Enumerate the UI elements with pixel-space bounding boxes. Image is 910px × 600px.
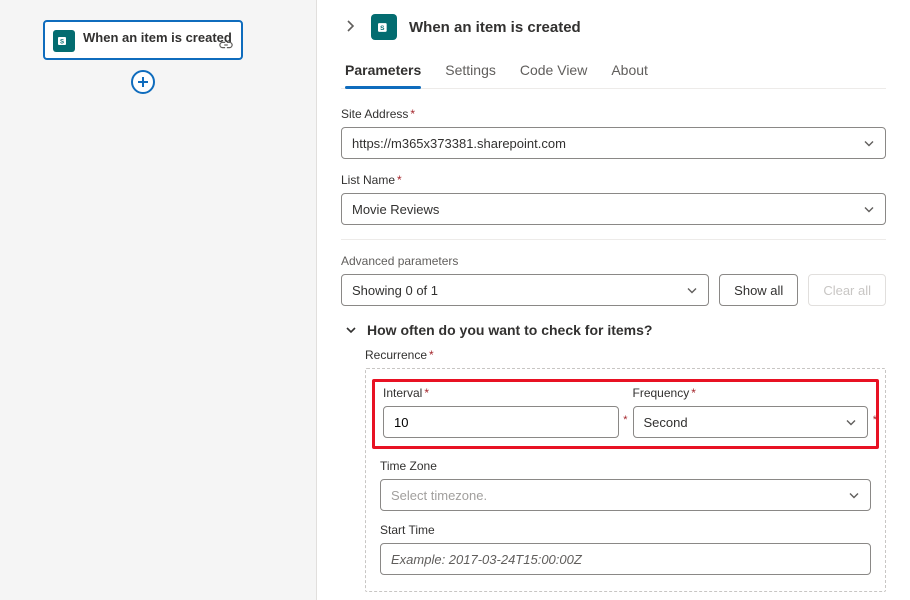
chevron-down-icon [686,283,698,298]
advanced-parameters-select[interactable]: Showing 0 of 1 [341,274,709,306]
frequency-select[interactable]: Second [633,406,869,438]
clear-all-button: Clear all [808,274,886,306]
sharepoint-icon: S [53,30,75,52]
start-time-input[interactable] [380,543,871,575]
svg-text:S: S [60,40,64,46]
chevron-down-icon [848,488,860,503]
svg-text:S: S [380,25,385,32]
start-time-label: Start Time [380,523,871,537]
detail-tabs: Parameters Settings Code View About [341,58,886,89]
chevron-down-icon [863,136,875,151]
sharepoint-icon: S [371,14,397,40]
chevron-down-icon [345,326,357,334]
list-name-select[interactable]: Movie Reviews [341,193,886,225]
collapse-panel-button[interactable] [341,17,359,38]
tab-parameters[interactable]: Parameters [345,58,421,88]
recurrence-group: Interval* * Frequency* Second [365,368,886,592]
site-address-label: Site Address* [341,107,886,121]
frequency-label: Frequency* [633,386,869,400]
tab-about[interactable]: About [611,58,648,88]
highlight-annotation: Interval* * Frequency* Second [372,379,879,449]
site-address-select[interactable]: https://m365x373381.sharepoint.com [341,127,886,159]
trigger-node-title: When an item is created [83,30,232,47]
interval-input[interactable] [383,406,619,438]
show-all-button[interactable]: Show all [719,274,798,306]
tab-code-view[interactable]: Code View [520,58,587,88]
trigger-node[interactable]: S When an item is created [43,20,243,60]
recurrence-label: Recurrence* [365,348,886,362]
add-action-button[interactable] [131,70,155,94]
detail-title: When an item is created [409,19,581,36]
list-name-label: List Name* [341,173,886,187]
chevron-down-icon [845,415,857,430]
recurrence-section-title: How often do you want to check for items… [367,322,652,338]
interval-label: Interval* [383,386,619,400]
timezone-select[interactable]: Select timezone. [380,479,871,511]
timezone-label: Time Zone [380,459,871,473]
canvas-pane: S When an item is created [0,0,316,600]
recurrence-section-toggle[interactable]: How often do you want to check for items… [341,322,886,338]
detail-pane: S When an item is created Parameters Set… [316,0,910,600]
link-icon [219,38,233,53]
divider [341,239,886,240]
advanced-parameters-label: Advanced parameters [341,254,886,268]
chevron-down-icon [863,202,875,217]
tab-settings[interactable]: Settings [445,58,496,88]
